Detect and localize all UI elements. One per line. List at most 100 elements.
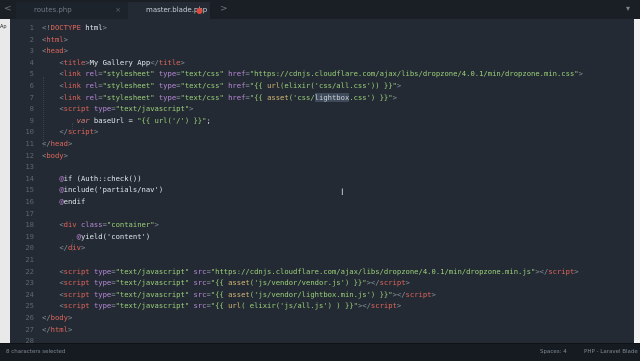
- code-token: DOCTYPE: [50, 23, 81, 32]
- code-token: baseUrl =: [89, 115, 138, 125]
- back-arrow-icon[interactable]: <: [4, 4, 12, 14]
- code-line[interactable]: 14 @if (Auth::check()): [10, 173, 634, 185]
- code-text: </head>: [42, 138, 72, 150]
- tab-routes[interactable]: routes.php ×: [16, 2, 128, 19]
- code-token: </: [150, 57, 159, 67]
- code-token: "stylesheet": [102, 92, 155, 102]
- code-token: >: [180, 57, 185, 67]
- line-number: 4: [29, 57, 34, 67]
- code-token: >: [102, 23, 107, 32]
- code-line[interactable]: 11 </head>: [10, 138, 634, 150]
- syntax-mode[interactable]: PHP - Laravel Blade: [584, 349, 638, 355]
- code-token: "text/javascript": [115, 289, 190, 299]
- code-line[interactable]: 27 </html>: [10, 324, 634, 336]
- code-text: @endif: [42, 196, 85, 208]
- code-line[interactable]: 8 <script type="text/javascript">: [10, 103, 634, 115]
- code-line[interactable]: 21: [10, 254, 634, 266]
- code-line[interactable]: 10 </script>: [10, 126, 634, 138]
- code-token: title: [63, 57, 86, 67]
- code-token: "{{: [210, 278, 229, 288]
- code-line[interactable]: 16 @endif: [10, 196, 634, 208]
- code-line[interactable]: 25 <script type="text/javascript" src="{…: [10, 300, 634, 312]
- code-line[interactable]: 7 <link rel="stylesheet" type="text/css"…: [10, 92, 634, 104]
- code-token: if (Auth::check()): [63, 173, 142, 183]
- code-line[interactable]: 24 <script type="text/javascript" src="{…: [10, 289, 634, 301]
- line-number: 2: [29, 34, 34, 44]
- code-text: @include('partials/nav'): [42, 184, 163, 196]
- code-token: body: [46, 150, 64, 160]
- code-line[interactable]: 26 </body>: [10, 312, 634, 324]
- code-token: src: [193, 278, 207, 288]
- code-line[interactable]: 6 <link rel="stylesheet" type="text/css"…: [10, 80, 634, 92]
- code-line[interactable]: 18 <div class="container">: [10, 219, 634, 231]
- code-token: script: [63, 278, 90, 288]
- code-token: type: [158, 92, 177, 102]
- indentation-setting[interactable]: Spaces: 4: [540, 349, 567, 355]
- code-token: "{{: [249, 92, 268, 102]
- dirty-indicator-icon[interactable]: ●: [196, 2, 203, 19]
- code-token: "stylesheet": [102, 81, 155, 90]
- code-token: (elixir('css/all.css')) }}": [280, 81, 397, 90]
- code-token: >: [574, 266, 579, 276]
- code-token: link: [63, 92, 81, 102]
- code-token: html: [80, 23, 103, 32]
- close-icon[interactable]: ×: [115, 2, 121, 19]
- code-editor[interactable]: 1 <!DOCTYPE html> 2 <html> 3 <head> 4 <title>M…: [10, 19, 634, 343]
- code-line[interactable]: 12 <body>: [10, 150, 634, 162]
- code-line[interactable]: 4 <title>My Gallery App</title>: [10, 57, 634, 69]
- code-token: url: [267, 81, 281, 90]
- tab-master-blade[interactable]: master.blade.php ●: [128, 2, 210, 19]
- code-line[interactable]: 9 var baseUrl = "{{ url('/') }}";: [10, 115, 634, 127]
- code-token: >: [80, 243, 86, 253]
- code-token: "{{: [249, 81, 268, 90]
- code-line[interactable]: 15 @include('partials/nav'): [10, 184, 634, 196]
- code-text: </body>: [42, 312, 72, 324]
- code-token: href: [228, 92, 246, 102]
- code-line[interactable]: 19 @yield('content'): [10, 231, 634, 243]
- code-text: <script type="text/javascript">: [42, 103, 193, 115]
- code-line[interactable]: 2 <html>: [10, 34, 634, 46]
- code-token: "{{: [210, 301, 229, 311]
- line-number: 14: [25, 173, 34, 183]
- code-token: rel: [85, 81, 99, 90]
- code-line[interactable]: 23 <script type="text/javascript" src="{…: [10, 277, 634, 289]
- code-token: "container": [106, 220, 155, 230]
- line-number: 9: [29, 115, 34, 125]
- code-line[interactable]: 20 </div>: [10, 242, 634, 254]
- code-text: <body>: [42, 150, 68, 162]
- code-text: @yield('content'): [42, 231, 151, 243]
- code-line[interactable]: 3 <head>: [10, 45, 634, 57]
- code-token: asset: [228, 289, 250, 299]
- code-token: link: [63, 81, 81, 90]
- line-number: 18: [25, 220, 34, 230]
- code-line[interactable]: 1 <!DOCTYPE html>: [10, 22, 634, 34]
- code-token: class: [80, 220, 103, 230]
- code-token: </: [42, 324, 51, 334]
- code-line[interactable]: 22 <script type="text/javascript" src="h…: [10, 266, 634, 278]
- code-token: src: [193, 301, 207, 311]
- code-token: script: [405, 289, 432, 299]
- code-token: >: [63, 150, 68, 160]
- tab-overflow-icon[interactable]: ▾: [622, 3, 634, 15]
- code-line[interactable]: 17: [10, 208, 634, 220]
- code-token: src: [193, 289, 207, 299]
- code-text: <link rel="stylesheet" type="text/css" h…: [42, 92, 397, 104]
- code-token: type: [93, 301, 112, 311]
- code-token: script: [67, 127, 94, 137]
- code-token: >: [67, 139, 73, 148]
- code-line[interactable]: 5 <link rel="stylesheet" type="text/css"…: [10, 68, 634, 80]
- code-line[interactable]: 13: [10, 161, 634, 173]
- code-token: head: [46, 46, 64, 56]
- code-token: >: [189, 104, 194, 114]
- code-text: <div class="container">: [42, 219, 159, 231]
- code-text: <head>: [42, 45, 68, 57]
- code-line[interactable]: 28: [10, 335, 634, 343]
- forward-arrow-icon[interactable]: >: [220, 4, 228, 14]
